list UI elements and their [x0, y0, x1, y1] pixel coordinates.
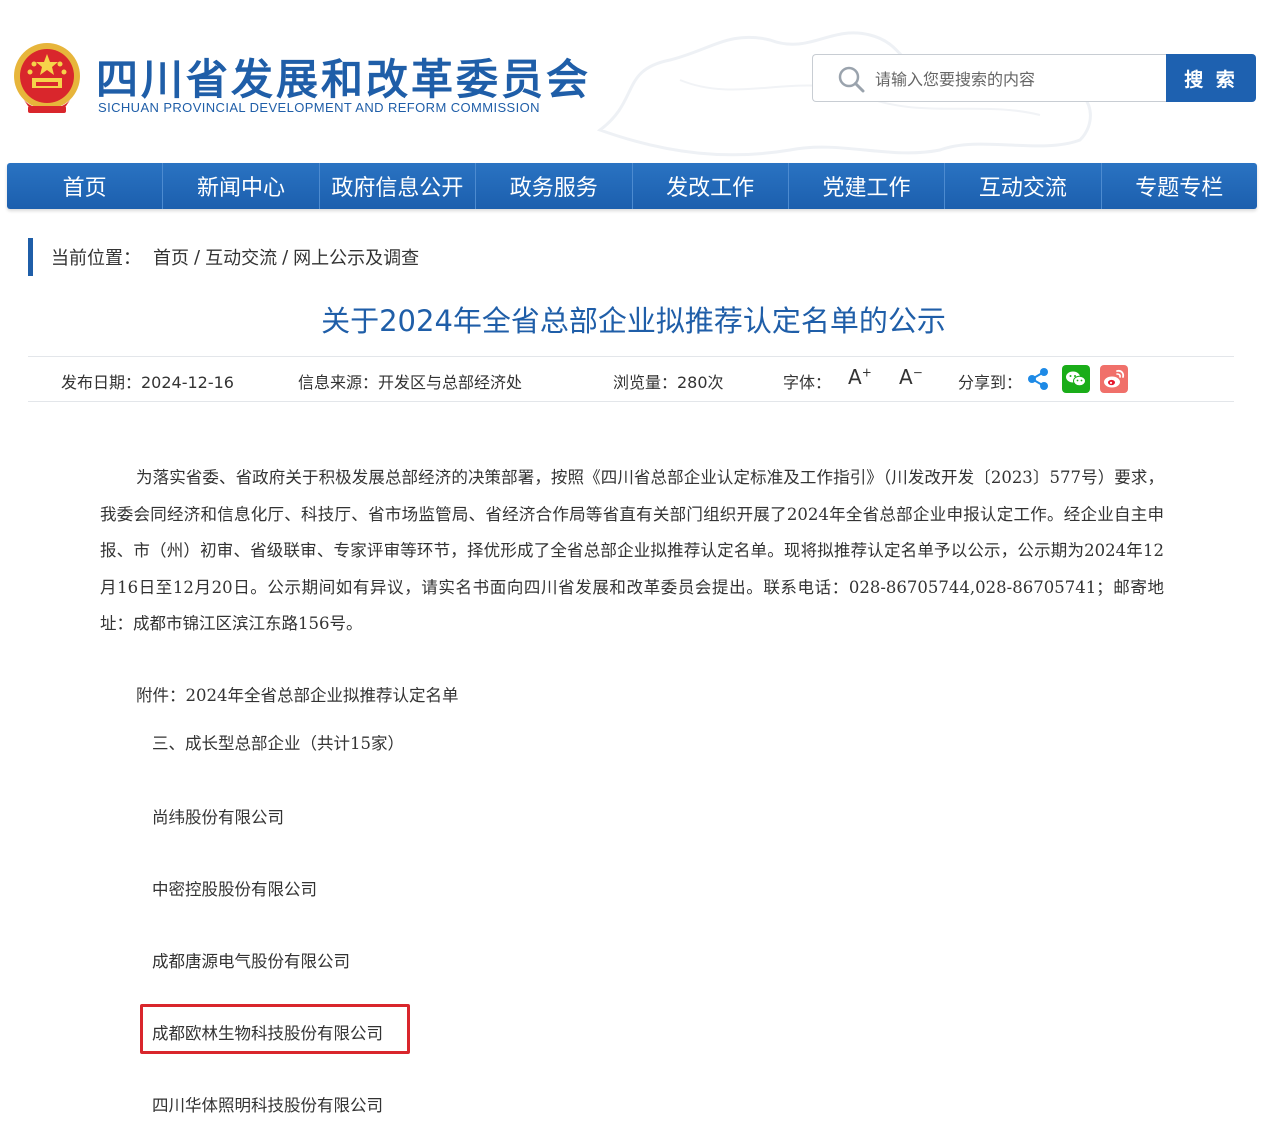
company-list-item: 尚纬股份有限公司: [152, 808, 284, 827]
attachment-label: 附件：2024年全省总部企业拟推荐认定名单: [136, 686, 459, 705]
company-list-item: 四川华体照明科技股份有限公司: [152, 1096, 383, 1115]
font-decrease-label: A: [899, 365, 913, 389]
search-input[interactable]: [873, 63, 1157, 95]
breadcrumb: 当前位置： 首页 / 互动交流 / 网上公示及调查: [28, 238, 419, 276]
breadcrumb-separator: /: [194, 246, 201, 268]
search-box: [812, 54, 1168, 102]
wechat-icon[interactable]: [1062, 365, 1090, 393]
nav-item-gov-info[interactable]: 政府信息公开: [320, 163, 477, 209]
nav-item-work[interactable]: 发改工作: [633, 163, 789, 209]
font-size-label: 字体：: [783, 373, 832, 392]
publish-date: 发布日期：2024-12-16: [61, 373, 234, 392]
highlighted-company-item: 成都欧林生物科技股份有限公司: [152, 1024, 383, 1043]
article-meta-bar: 发布日期：2024-12-16 信息来源：开发区与总部经济处 浏览量：280次 …: [28, 356, 1234, 402]
nav-item-interaction[interactable]: 互动交流: [945, 163, 1102, 209]
breadcrumb-current[interactable]: 网上公示及调查: [293, 244, 419, 270]
weibo-icon[interactable]: [1100, 365, 1128, 393]
search-icon: [838, 66, 865, 93]
nav-item-services[interactable]: 政务服务: [476, 163, 633, 209]
font-decrease-button[interactable]: A−: [899, 365, 923, 389]
site-header: 四川省发展和改革委员会 SICHUAN PROVINCIAL DEVELOPME…: [0, 0, 1267, 160]
article-title: 关于2024年全省总部企业拟推荐认定名单的公示: [321, 304, 946, 338]
breadcrumb-prefix: 当前位置：: [51, 248, 141, 269]
view-count: 浏览量：280次: [613, 373, 724, 392]
company-list-item: 成都唐源电气股份有限公司: [152, 952, 350, 971]
nav-item-topics[interactable]: 专题专栏: [1102, 163, 1257, 209]
site-title: 四川省发展和改革委员会: [96, 55, 592, 104]
breadcrumb-separator: /: [282, 246, 289, 268]
site-title-english: SICHUAN PROVINCIAL DEVELOPMENT AND REFOR…: [98, 100, 540, 115]
nav-item-news[interactable]: 新闻中心: [163, 163, 320, 209]
info-source: 信息来源：开发区与总部经济处: [298, 373, 523, 392]
section-heading: 三、成长型总部企业（共计15家）: [152, 734, 404, 753]
share-label: 分享到：: [958, 373, 1023, 392]
share-icon[interactable]: [1024, 365, 1052, 393]
nav-item-party[interactable]: 党建工作: [789, 163, 946, 209]
main-nav: 首页 新闻中心 政府信息公开 政务服务 发改工作 党建工作 互动交流 专题专栏: [7, 163, 1257, 209]
company-list-item: 中密控股股份有限公司: [152, 880, 317, 899]
article-body: 为落实省委、省政府关于积极发展总部经济的决策部署，按照《四川省总部企业认定标准及…: [100, 468, 1164, 633]
search-button[interactable]: 搜 索: [1166, 54, 1256, 102]
national-emblem-icon: [14, 43, 80, 113]
font-increase-label: A: [848, 365, 862, 389]
breadcrumb-interaction[interactable]: 互动交流: [205, 244, 277, 270]
nav-item-home[interactable]: 首页: [7, 163, 164, 209]
font-increase-button[interactable]: A+: [848, 365, 872, 389]
breadcrumb-home[interactable]: 首页: [153, 244, 189, 270]
